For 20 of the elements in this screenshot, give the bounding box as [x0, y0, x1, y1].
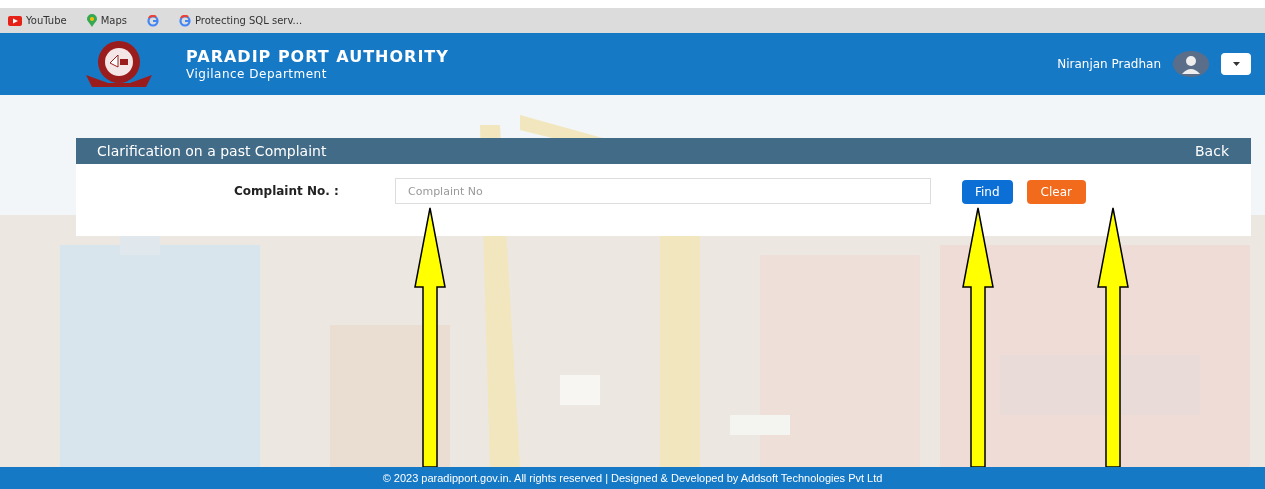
card-title: Clarification on a past Complaint	[97, 141, 327, 161]
play-icon	[8, 15, 22, 26]
department-subtitle: Vigilance Department	[186, 66, 328, 82]
bookmark-link[interactable]: Maps	[86, 13, 127, 28]
find-button[interactable]: Find	[962, 180, 1013, 204]
user-name[interactable]: Niranjan Pradhan	[1057, 55, 1161, 73]
back-link[interactable]: Back	[1195, 140, 1229, 162]
field-label: Complaint No. :	[234, 183, 340, 200]
footer-text: © 2023 paradipport.gov.in. All rights reserved | Designed & Developed by Addsoft Technologies Pvt Ltd	[382, 470, 883, 486]
caret-icon	[1232, 62, 1240, 66]
bookmark-link[interactable]: Protecting SQL serv...	[179, 13, 303, 28]
avatar-icon[interactable]	[1173, 51, 1209, 77]
g-letter-icon	[179, 14, 191, 27]
complaint-number-field[interactable]: Complaint No	[395, 178, 931, 204]
bookmark-link[interactable]: YouTube	[8, 13, 67, 28]
site-title: PARADIP PORT AUTHORITY	[186, 46, 449, 67]
user-menu-button[interactable]	[1221, 53, 1251, 75]
map-pin-icon	[86, 14, 97, 27]
clear-button[interactable]: Clear	[1026, 180, 1086, 204]
g-letter-icon[interactable]	[147, 14, 159, 27]
